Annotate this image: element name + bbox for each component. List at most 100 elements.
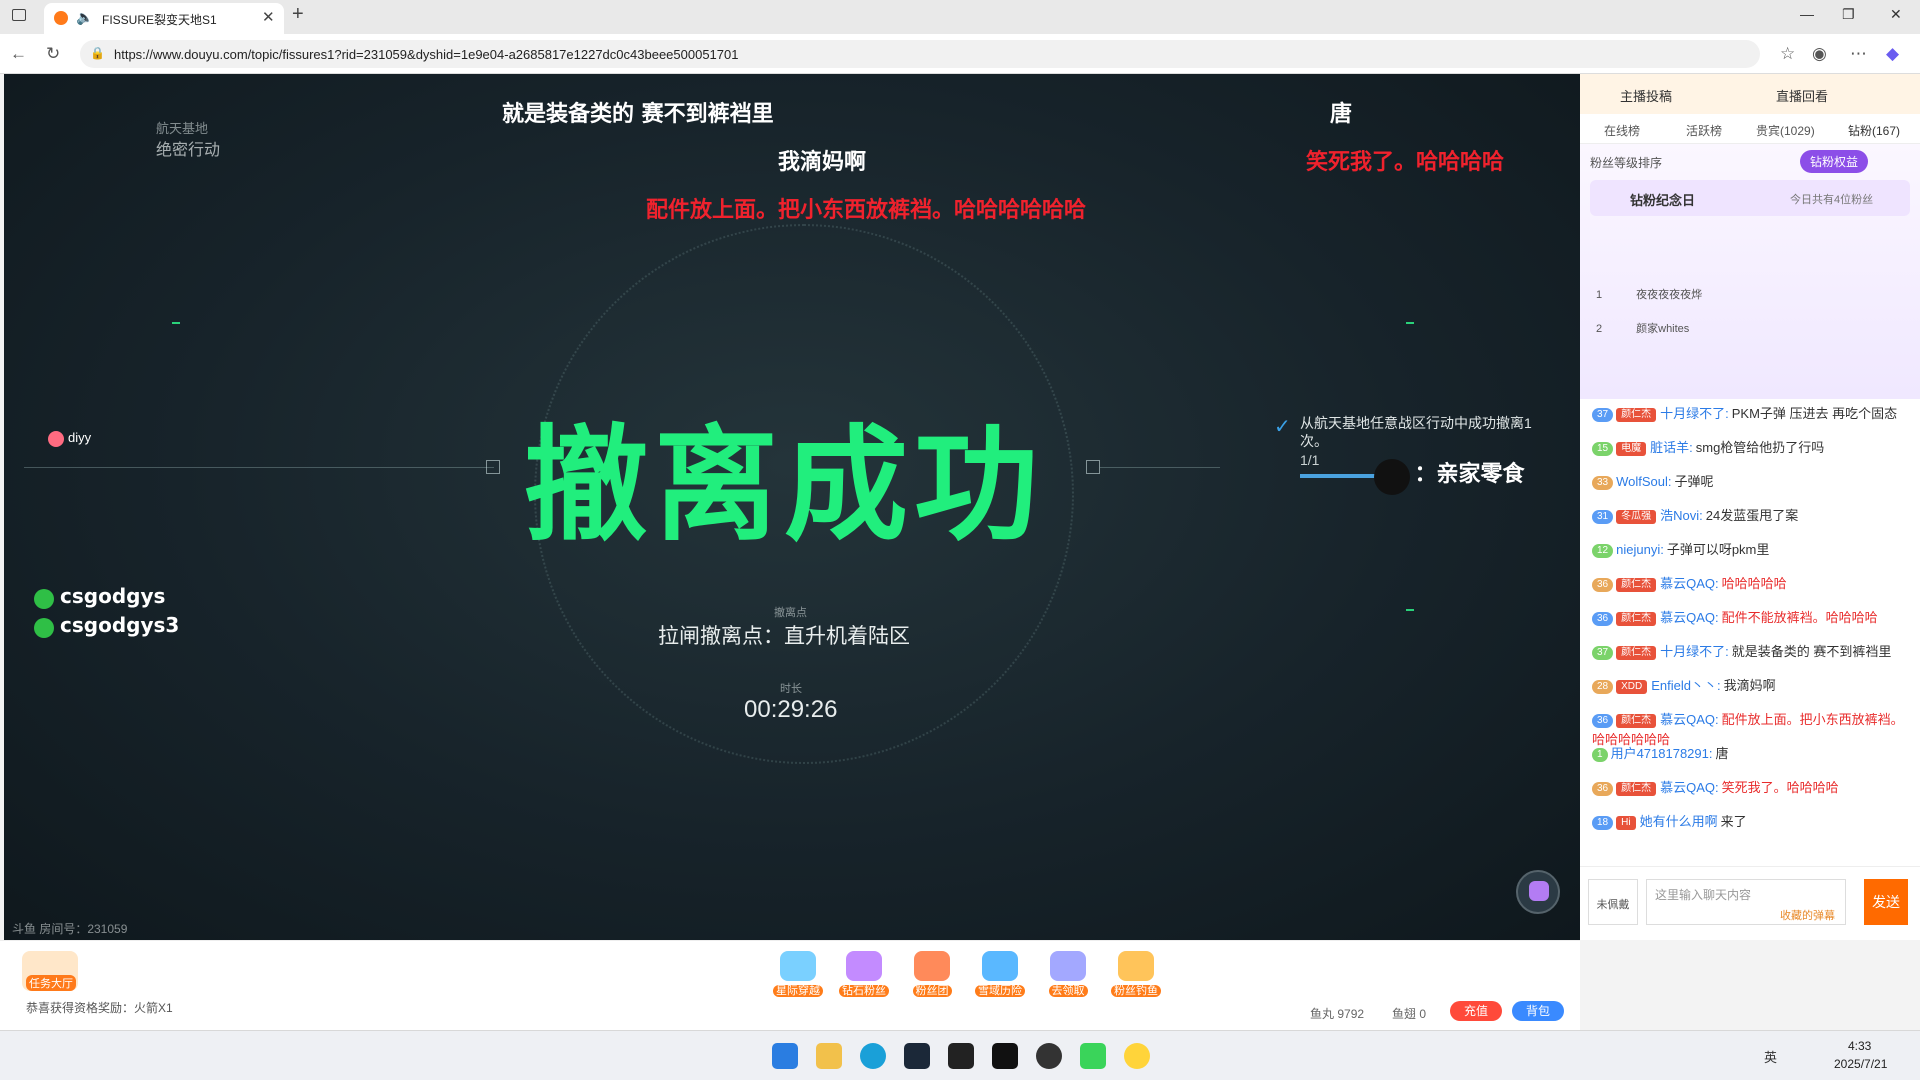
z-app-icon[interactable]: [992, 1043, 1018, 1069]
close-window-icon[interactable]: ✕: [1890, 6, 1902, 23]
chat-message[interactable]: 36 颜仁杰 慕云QAQ: 笑死我了。哈哈哈哈: [1592, 778, 1910, 798]
wechat-contacts: csgodgys csgodgys3: [34, 584, 179, 638]
chat-message[interactable]: 15 电魔 脏话羊: smg枪管给他扔了行吗: [1592, 438, 1910, 458]
app-icon[interactable]: [948, 1043, 974, 1069]
gift-snow-adventure[interactable]: 雪域历险: [972, 951, 1028, 997]
fan-medal-badge: 电魔: [1616, 441, 1647, 456]
send-button[interactable]: 发送: [1864, 879, 1908, 925]
chat-username[interactable]: niejunyi:: [1616, 542, 1664, 557]
favorite-danmu-link[interactable]: 收藏的弹幕: [1780, 907, 1835, 923]
chat-username[interactable]: 十月绿不了:: [1660, 644, 1729, 659]
favorites-icon[interactable]: ☆: [1780, 44, 1795, 64]
fan-medal-badge: 颜仁杰: [1616, 713, 1657, 728]
recharge-button[interactable]: 充值: [1450, 1001, 1502, 1021]
back-icon[interactable]: ←: [10, 44, 27, 64]
fan-row-2[interactable]: 2 颜家whites: [1596, 320, 1689, 336]
rank-sort-label[interactable]: 粉丝等级排序: [1590, 154, 1662, 171]
clock-date[interactable]: 2025/7/21: [1834, 1057, 1887, 1071]
gamepad-button[interactable]: [1516, 870, 1560, 914]
fan-benefit-button[interactable]: 钻粉权益: [1800, 150, 1869, 173]
fan-row-1[interactable]: 1 夜夜夜夜夜烨: [1596, 286, 1702, 302]
speaker-icon[interactable]: 🔈: [76, 9, 93, 26]
copilot-icon[interactable]: ◆: [1886, 44, 1899, 64]
tab-diamond[interactable]: 钻粉(167): [1848, 122, 1900, 139]
ime-indicator[interactable]: 英: [1764, 1047, 1777, 1066]
chat-username[interactable]: 用户4718178291:: [1611, 746, 1713, 761]
gift-diamond-fan[interactable]: 钻石粉丝: [836, 951, 892, 997]
chat-username[interactable]: 她有什么用啊: [1640, 814, 1718, 829]
close-tab-icon[interactable]: ✕: [262, 8, 275, 26]
clock-time[interactable]: 4:33: [1848, 1039, 1871, 1053]
wechat-icon: [34, 588, 54, 609]
browser-tab-bar: 🔈 FISSURE裂变天地S1 ✕ + — ❐ ✕: [0, 0, 1920, 34]
profile-icon[interactable]: ◉: [1812, 44, 1827, 64]
tab-actions-icon[interactable]: [12, 9, 26, 21]
chat-text: 就是装备类的 赛不到裤裆里: [1731, 644, 1892, 659]
chat-username[interactable]: WolfSoul:: [1616, 474, 1671, 489]
yuchi-balance: 鱼翅 0: [1392, 1007, 1427, 1021]
chat-message[interactable]: 1 用户4718178291: 唐: [1592, 744, 1910, 764]
replay-link[interactable]: 直播回看: [1776, 86, 1828, 105]
player-avatar-icon: [48, 430, 64, 447]
gift-claim[interactable]: 去领取: [1040, 951, 1096, 997]
sidebar-top-links: 主播投稿 直播回看: [1580, 74, 1920, 114]
danmu-1: 就是装备类的 赛不到裤裆里: [502, 102, 774, 127]
duration-label: 时长: [780, 683, 802, 695]
backpack-button[interactable]: 背包: [1512, 1001, 1564, 1021]
tab-active[interactable]: 活跃榜: [1686, 122, 1722, 139]
new-tab-icon[interactable]: +: [292, 3, 304, 26]
chat-message[interactable]: 36 颜仁杰 慕云QAQ: 配件不能放裤裆。哈哈哈哈: [1592, 608, 1910, 628]
gift-fan-fishing[interactable]: 粉丝钓鱼: [1108, 951, 1164, 997]
user-level-badge: 28: [1592, 679, 1614, 694]
chat-message[interactable]: 37 颜仁杰 十月绿不了: PKM子弹 压进去 再吃个固态: [1592, 404, 1910, 424]
more-icon[interactable]: ⋯: [1850, 44, 1867, 64]
chat-username[interactable]: 慕云QAQ:: [1660, 576, 1719, 591]
chat-username[interactable]: 十月绿不了:: [1660, 406, 1729, 421]
gamepad-icon: [1529, 881, 1549, 901]
address-bar-row: ← ↻ 🔒 https://www.douyu.com/topic/fissur…: [0, 34, 1920, 74]
restore-icon[interactable]: ❐: [1842, 6, 1855, 23]
badge-slot[interactable]: 未佩戴: [1588, 879, 1638, 925]
tab-title: FISSURE裂变天地S1: [102, 13, 217, 27]
start-icon[interactable]: [772, 1043, 798, 1069]
chat-username[interactable]: 慕云QAQ:: [1660, 610, 1719, 625]
douyu-favicon-icon: [54, 11, 68, 25]
chat-text: PKM子弹 压进去 再吃个固态: [1731, 406, 1898, 421]
chat-message[interactable]: 33 WolfSoul: 子弹呢: [1592, 472, 1910, 492]
chat-username[interactable]: 慕云QAQ:: [1660, 780, 1719, 795]
game-app-icon[interactable]: [1036, 1043, 1062, 1069]
fan-day-count: 今日共有4位粉丝: [1790, 194, 1874, 206]
chat-username[interactable]: Enfield丶丶:: [1651, 678, 1720, 693]
chat-message[interactable]: 12 niejunyi: 子弹可以呀pkm里: [1592, 540, 1910, 560]
gift-star-travel[interactable]: 星际穿越: [770, 951, 826, 997]
chat-message[interactable]: 31 冬瓜强 浩Novi: 24发蓝蛋甩了案: [1592, 506, 1910, 526]
tab-vip[interactable]: 贵宾(1029): [1756, 122, 1815, 139]
danmu-3: 配件放上面。把小东西放裤裆。哈哈哈哈哈哈: [646, 198, 1087, 223]
chat-text: 子弹可以呀pkm里: [1666, 542, 1770, 557]
extract-label: 撤离点: [774, 607, 807, 619]
chat-message[interactable]: 18 Hi 她有什么用啊 来了: [1592, 812, 1910, 832]
chat-username[interactable]: 脏话羊:: [1650, 440, 1693, 455]
stream-video[interactable]: 航天基地 绝密行动 就是装备类的 赛不到裤裆里 我滴妈啊 配件放上面。把小东西放…: [4, 74, 1580, 940]
user-level-badge: 18: [1592, 815, 1614, 830]
edge-icon[interactable]: [860, 1043, 886, 1069]
chat-message[interactable]: 37 颜仁杰 十月绿不了: 就是装备类的 赛不到裤裆里: [1592, 642, 1910, 662]
corner-tick: [1406, 322, 1414, 324]
chat-message[interactable]: 28 XDD Enfield丶丶: 我滴妈啊: [1592, 676, 1910, 696]
chat-text: smg枪管给他扔了行吗: [1695, 440, 1825, 455]
reload-icon[interactable]: ↻: [46, 44, 60, 64]
browser-tab[interactable]: 🔈 FISSURE裂变天地S1 ✕: [44, 3, 284, 34]
task-hall-button[interactable]: 任务大厅: [22, 951, 78, 991]
chat-username[interactable]: 慕云QAQ:: [1660, 712, 1719, 727]
streamer-submit-link[interactable]: 主播投稿: [1620, 86, 1672, 105]
file-explorer-icon[interactable]: [816, 1043, 842, 1069]
minimize-icon[interactable]: —: [1800, 6, 1814, 22]
yellow-app-icon[interactable]: [1124, 1043, 1150, 1069]
tab-online[interactable]: 在线榜: [1604, 122, 1640, 139]
address-field[interactable]: 🔒 https://www.douyu.com/topic/fissures1?…: [80, 40, 1760, 68]
steam-icon[interactable]: [904, 1043, 930, 1069]
chat-message[interactable]: 36 颜仁杰 慕云QAQ: 哈哈哈哈哈: [1592, 574, 1910, 594]
chat-username[interactable]: 浩Novi:: [1660, 508, 1703, 523]
gift-fan-club[interactable]: 粉丝团: [904, 951, 960, 997]
kook-icon[interactable]: [1080, 1043, 1106, 1069]
